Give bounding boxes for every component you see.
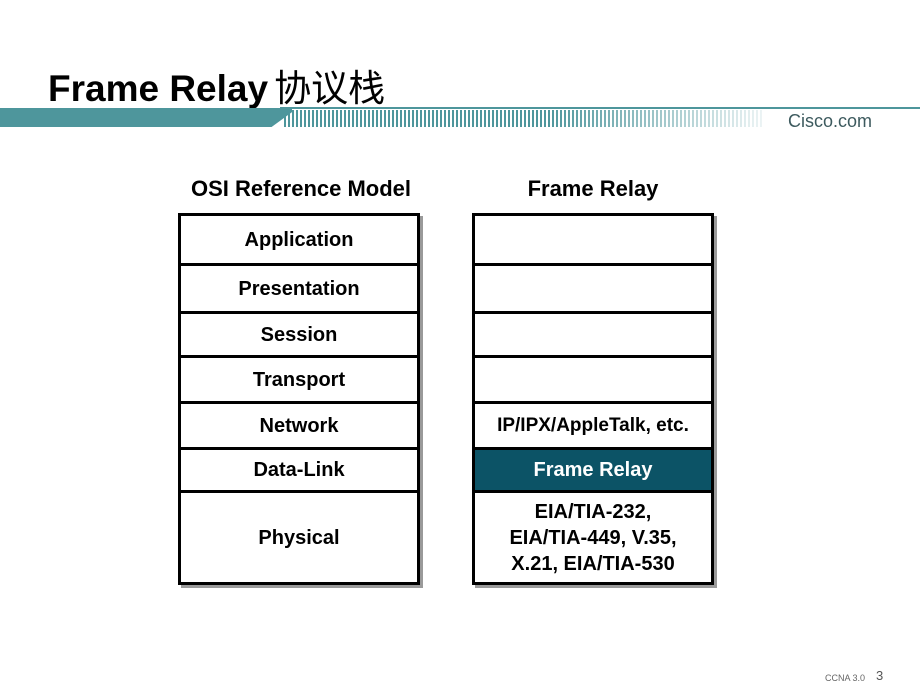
fr-layer-frame-relay: Frame Relay (472, 447, 714, 493)
osi-layer-presentation: Presentation (178, 263, 420, 314)
page-number: 3 (876, 668, 884, 683)
fr-layer-empty-3 (472, 311, 714, 358)
osi-layer-data-link: Data-Link (178, 447, 420, 493)
osi-layer-transport: Transport (178, 355, 420, 404)
fr-layer-empty-4 (472, 355, 714, 404)
osi-heading: OSI Reference Model (190, 176, 412, 201)
fr-layer-empty-1 (472, 213, 714, 266)
osi-layer-session: Session (178, 311, 420, 358)
header-banner-stripes (284, 110, 764, 127)
osi-layer-network: Network (178, 401, 420, 450)
footer-course-label: CCNA 3.0 (825, 673, 866, 683)
frame-relay-stack: IP/IPX/AppleTalk, etc. Frame Relay EIA/T… (472, 213, 714, 585)
fr-layer-physical-standards: EIA/TIA-232, EIA/TIA-449, V.35, X.21, EI… (472, 490, 714, 585)
slide-title-cjk: 协议栈 (274, 67, 386, 110)
osi-stack: Application Presentation Session Transpo… (178, 213, 420, 585)
slide-title: Frame Relay 协议栈 (48, 58, 385, 112)
osi-layer-application: Application (178, 213, 420, 266)
header-banner-line (280, 107, 920, 109)
header-banner-bar (0, 108, 292, 127)
slide-title-latin: Frame Relay (48, 68, 269, 109)
frame-relay-heading: Frame Relay (527, 176, 659, 201)
cisco-logo-text: Cisco.com (788, 111, 873, 131)
osi-layer-physical: Physical (178, 490, 420, 585)
fr-layer-network-protocols: IP/IPX/AppleTalk, etc. (472, 401, 714, 450)
fr-layer-empty-2 (472, 263, 714, 314)
